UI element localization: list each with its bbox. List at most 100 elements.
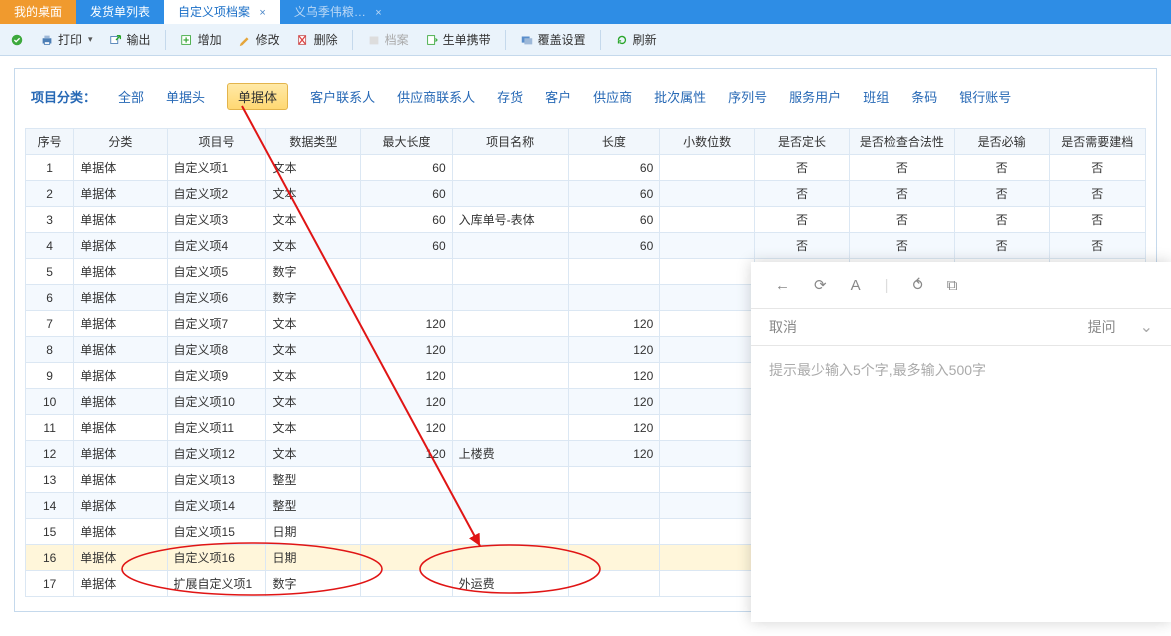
filter-item-5[interactable]: 存货: [497, 87, 523, 106]
column-header[interactable]: 是否检查合法性: [849, 129, 954, 155]
column-header[interactable]: 最大长度: [361, 129, 452, 155]
cell: 否: [954, 233, 1049, 259]
cell: 数字: [266, 571, 361, 597]
filter-item-4[interactable]: 供应商联系人: [397, 87, 475, 106]
cell: [568, 259, 660, 285]
column-header[interactable]: 项目名称: [452, 129, 568, 155]
cell: 自定义项4: [167, 233, 266, 259]
cell: 否: [755, 233, 850, 259]
cell: 120: [568, 337, 660, 363]
cell: [452, 415, 568, 441]
filter-item-2[interactable]: 单据体: [227, 83, 288, 110]
refresh-label: 刷新: [633, 31, 657, 48]
table-row[interactable]: 2单据体自定义项2文本6060否否否否: [26, 181, 1146, 207]
cell: 60: [361, 155, 452, 181]
cell: 自定义项9: [167, 363, 266, 389]
print-button[interactable]: 打印 ▾: [32, 28, 101, 51]
column-header[interactable]: 长度: [568, 129, 660, 155]
cell: 整型: [266, 493, 361, 519]
cell: 15: [26, 519, 74, 545]
cell: 否: [1049, 155, 1145, 181]
cell: 120: [361, 337, 452, 363]
cell: 否: [849, 155, 954, 181]
add-button[interactable]: 增加: [172, 28, 230, 51]
refresh-icon[interactable]: ⟳: [814, 276, 827, 294]
column-header[interactable]: 序号: [26, 129, 74, 155]
filter-item-3[interactable]: 客户联系人: [310, 87, 375, 106]
cell: [660, 285, 755, 311]
column-header[interactable]: 是否必输: [954, 129, 1049, 155]
filter-item-1[interactable]: 单据头: [166, 87, 205, 106]
cell: [660, 441, 755, 467]
column-header[interactable]: 小数位数: [660, 129, 755, 155]
filter-item-0[interactable]: 全部: [118, 87, 144, 106]
column-header[interactable]: 项目号: [167, 129, 266, 155]
close-icon[interactable]: ×: [259, 7, 265, 19]
cell: [660, 493, 755, 519]
chevron-down-icon: ▾: [88, 34, 93, 45]
filter-item-11[interactable]: 班组: [863, 87, 889, 106]
edit-button[interactable]: 修改: [230, 28, 288, 51]
cover-button[interactable]: 覆盖设置: [512, 28, 594, 51]
cell: [452, 155, 568, 181]
filter-item-9[interactable]: 序列号: [728, 87, 767, 106]
column-header[interactable]: 分类: [74, 129, 167, 155]
tab-desktop[interactable]: 我的桌面: [0, 0, 76, 24]
link-icon[interactable]: ⥀: [913, 276, 923, 294]
chevron-down-icon[interactable]: ⌄: [1140, 317, 1153, 337]
column-header[interactable]: 数据类型: [266, 129, 361, 155]
cell: 60: [361, 233, 452, 259]
filter-item-13[interactable]: 银行账号: [959, 87, 1011, 106]
gen-button[interactable]: 生单携带: [417, 28, 499, 51]
filter-item-7[interactable]: 供应商: [593, 87, 632, 106]
export-button[interactable]: 输出: [101, 28, 159, 51]
column-header[interactable]: 是否定长: [755, 129, 850, 155]
cell: 否: [1049, 233, 1145, 259]
archive-icon: [367, 33, 381, 47]
table-row[interactable]: 3单据体自定义项3文本60入库单号-表体60否否否否: [26, 207, 1146, 233]
font-icon[interactable]: A: [851, 277, 861, 294]
filter-label: 项目分类：: [31, 87, 96, 106]
filter-item-8[interactable]: 批次属性: [654, 87, 706, 106]
cell: 文本: [266, 441, 361, 467]
filter-item-10[interactable]: 服务用户: [789, 87, 841, 106]
cell: [660, 233, 755, 259]
back-arrow-icon[interactable]: ←: [775, 277, 790, 294]
cell: 自定义项8: [167, 337, 266, 363]
cell: 120: [568, 441, 660, 467]
cell: [568, 571, 660, 597]
window-icon[interactable]: ⧉: [947, 277, 958, 294]
cell: 数字: [266, 285, 361, 311]
cell: [452, 337, 568, 363]
toolbar-separator: [165, 30, 166, 50]
cell: 单据体: [74, 441, 167, 467]
cell: 自定义项1: [167, 155, 266, 181]
table-row[interactable]: 4单据体自定义项4文本6060否否否否: [26, 233, 1146, 259]
cell: 自定义项5: [167, 259, 266, 285]
tab-shiplist[interactable]: 发货单列表: [76, 0, 164, 24]
filter-item-6[interactable]: 客户: [545, 87, 571, 106]
tab-yiwu[interactable]: 义乌季伟粮… ×: [280, 0, 396, 24]
toolbar-checkmark-icon[interactable]: [10, 30, 32, 50]
cell: 120: [361, 363, 452, 389]
cell: 4: [26, 233, 74, 259]
filter-item-12[interactable]: 条码: [911, 87, 937, 106]
table-row[interactable]: 1单据体自定义项1文本6060否否否否: [26, 155, 1146, 181]
assistant-side-panel: ← ⟳ A | ⥀ ⧉ 取消 提问 ⌄ 提示最少输入5个字,最多输入500字: [751, 262, 1171, 622]
tab-custom-item-archive[interactable]: 自定义项档案 ×: [164, 0, 280, 24]
cell: 文本: [266, 415, 361, 441]
delete-button[interactable]: 删除: [288, 28, 346, 51]
toolbar-separator: [505, 30, 506, 50]
column-header[interactable]: 是否需要建档: [1049, 129, 1145, 155]
cover-label: 覆盖设置: [538, 31, 586, 48]
cell: [452, 233, 568, 259]
cell: 自定义项16: [167, 545, 266, 571]
ask-button[interactable]: 提问: [1088, 317, 1116, 337]
refresh-icon: [615, 33, 629, 47]
cell: [660, 155, 755, 181]
refresh-button[interactable]: 刷新: [607, 28, 665, 51]
cancel-button[interactable]: 取消: [769, 317, 797, 337]
add-label: 增加: [198, 31, 222, 48]
close-icon[interactable]: ×: [375, 7, 381, 19]
cell: [452, 363, 568, 389]
